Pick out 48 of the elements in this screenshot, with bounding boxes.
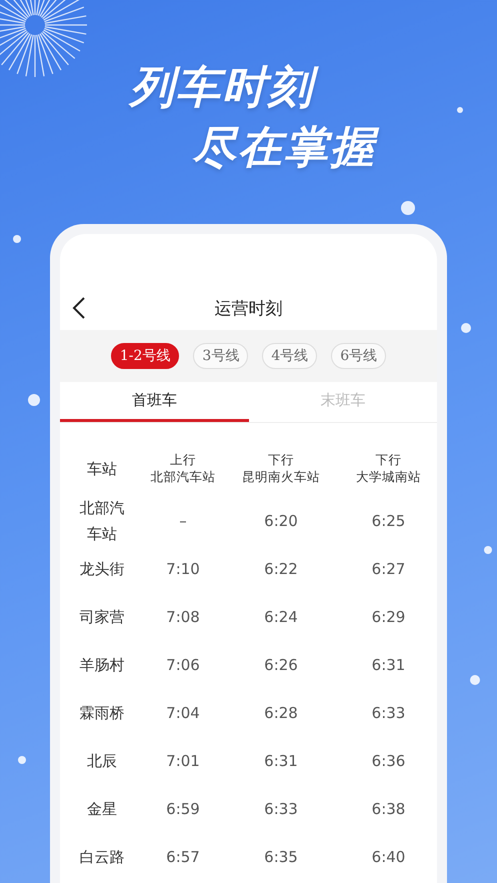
line-chip[interactable]: 4号线 — [262, 343, 318, 369]
time-cell: 7:01 — [166, 752, 200, 770]
time-cell: 6:22 — [264, 560, 298, 578]
column-header: 北部汽车站 — [150, 469, 216, 486]
station-name: 龙头街 — [80, 559, 124, 580]
back-icon[interactable] — [72, 297, 86, 319]
time-cell: 7:10 — [166, 560, 200, 578]
line-chip[interactable]: 3号线 — [193, 343, 248, 369]
time-cell: 6:20 — [264, 512, 298, 530]
time-cell: – — [179, 512, 187, 530]
time-cell: 6:27 — [372, 560, 406, 578]
headline: 尽在掌握 — [188, 118, 386, 178]
tab[interactable]: 首班车 — [60, 382, 248, 422]
time-cell: 6:31 — [372, 656, 406, 674]
station-name: 司家营 — [80, 607, 124, 628]
column-direction: 下行 — [268, 452, 294, 469]
time-cell: 6:33 — [264, 800, 298, 818]
line-chip[interactable]: 1-2号线 — [110, 343, 180, 369]
time-cell: 6:28 — [264, 704, 298, 722]
station-name: 霖雨桥 — [80, 703, 124, 724]
time-cell: 7:06 — [166, 656, 200, 674]
station-name: 羊肠村 — [80, 655, 124, 676]
time-cell: 6:29 — [372, 608, 406, 626]
column-header: 昆明南火车站 — [242, 469, 320, 486]
station-name: 北部汽车站 — [80, 498, 124, 545]
column-header: 大学城南站 — [356, 469, 421, 486]
station-name: 白云路 — [80, 847, 124, 868]
time-cell: 6:31 — [264, 752, 298, 770]
line-chip[interactable]: 6号线 — [331, 343, 386, 369]
time-cell: 7:08 — [166, 608, 200, 626]
time-cell: 6:59 — [166, 800, 200, 818]
time-cell: 6:33 — [372, 704, 406, 722]
column-direction: 下行 — [376, 452, 402, 469]
column-header: 车站 — [87, 460, 117, 478]
time-cell: 6:36 — [372, 752, 406, 770]
station-name: 金星 — [86, 799, 118, 820]
time-cell: 6:26 — [264, 656, 298, 674]
time-cell: 6:35 — [264, 848, 298, 866]
headline: 列车时刻 — [126, 58, 324, 118]
screen-title: 运营时刻 — [214, 298, 282, 320]
column-direction: 上行 — [170, 452, 196, 469]
time-cell: 7:04 — [166, 704, 200, 722]
time-cell: 6:25 — [372, 512, 406, 530]
time-cell: 6:24 — [264, 608, 298, 626]
station-name: 北辰 — [86, 751, 118, 772]
time-cell: 6:38 — [372, 800, 406, 818]
time-cell: 6:57 — [166, 848, 200, 866]
time-cell: 6:40 — [372, 848, 406, 866]
